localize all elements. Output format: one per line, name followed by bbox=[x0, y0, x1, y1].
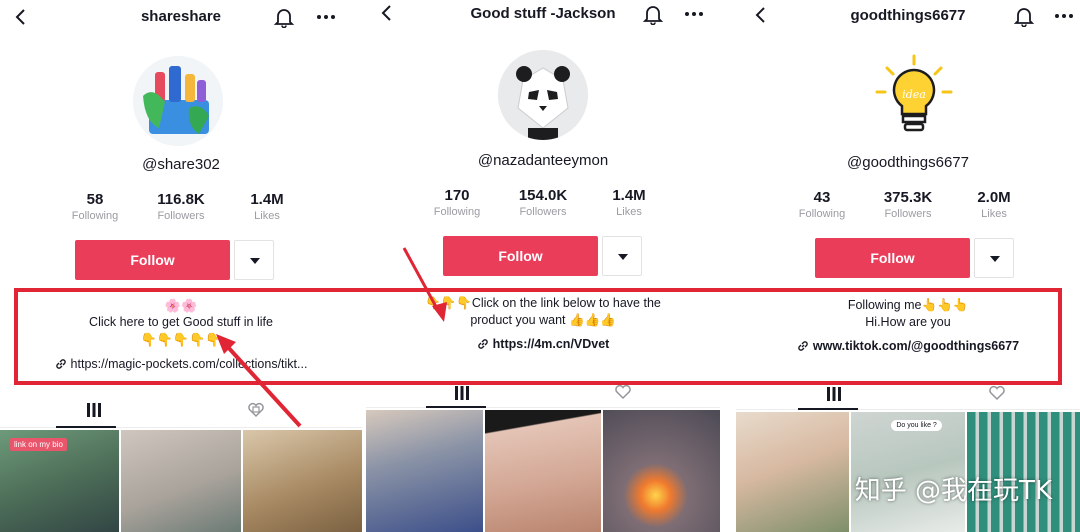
annotation-arrows bbox=[216, 247, 447, 428]
watermark: 知乎 @我在玩TK bbox=[854, 476, 1052, 506]
arrow-to-bio-icon bbox=[216, 334, 302, 428]
arrow-to-link-icon bbox=[402, 247, 447, 322]
